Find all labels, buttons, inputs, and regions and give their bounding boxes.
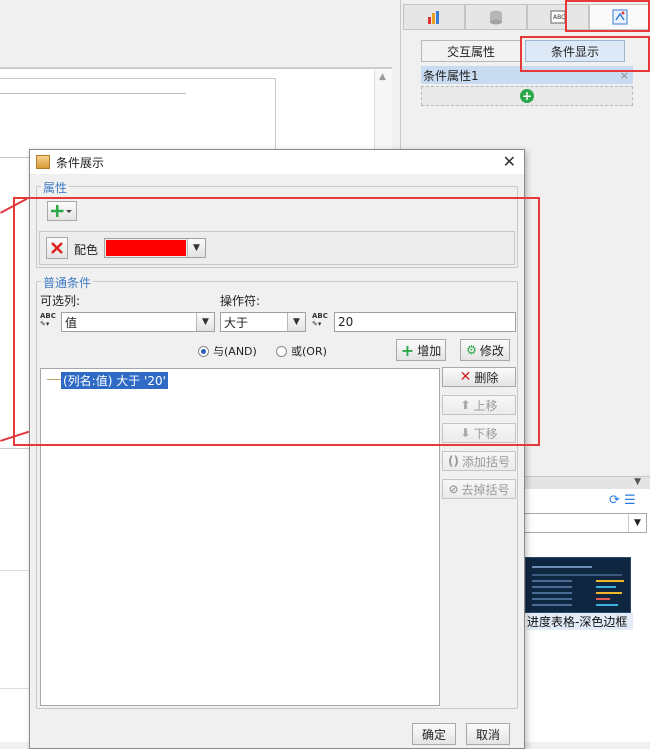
template-gallery: ▼ ⟳ ☰ ▼ 进度表格-深色边框 — [521, 476, 650, 742]
tab-cell-attribute[interactable]: ABC — [527, 4, 589, 30]
compare-value-input[interactable]: 20 — [334, 312, 516, 332]
move-up-button-label: 上移 — [473, 398, 498, 413]
java-app-icon — [36, 155, 50, 169]
abc-type-icon[interactable]: ABC ✎▾ — [40, 312, 60, 332]
add-attribute-button[interactable] — [47, 201, 77, 221]
add-button[interactable]: + 增加 — [396, 339, 446, 361]
condition-attribute-item[interactable]: 条件属性1 × — [421, 66, 633, 84]
chart-icon — [428, 11, 439, 24]
color-attribute-label: 配色 — [74, 243, 99, 257]
add-parenthesis-button[interactable]: () 添加括号 — [442, 451, 516, 471]
parenthesis-icon: () — [448, 454, 459, 468]
operator-select-value: 大于 — [224, 315, 249, 330]
radio-and-label: 与(AND) — [213, 345, 257, 358]
gallery-toolbar: ⟳ ☰ — [609, 493, 636, 508]
operator-label: 操作符: — [220, 294, 261, 308]
close-icon[interactable]: ✕ — [503, 152, 516, 171]
editor-toolbar-area — [0, 0, 392, 68]
tab-chart-style[interactable] — [403, 4, 465, 30]
radio-selected-icon — [198, 345, 209, 357]
color-picker-select[interactable]: ▼ — [104, 238, 206, 258]
subtab-condition-display[interactable]: 条件显示 — [525, 40, 625, 62]
delete-condition-icon[interactable]: × — [620, 69, 629, 82]
report-page — [0, 78, 276, 158]
chevron-down-icon[interactable]: ▼ — [196, 313, 214, 331]
attribute-row: 配色 ▼ — [39, 231, 515, 265]
attribute-group: 属性 配色 ▼ — [36, 179, 518, 268]
grid-line — [0, 448, 30, 449]
column-select[interactable]: 值 ▼ — [61, 312, 215, 332]
grid-line — [0, 570, 30, 571]
move-down-button-label: 下移 — [473, 426, 498, 441]
svg-text:ABC: ABC — [553, 14, 565, 21]
arrow-up-icon: ⬆ — [460, 398, 471, 412]
column-label: 可选列: — [40, 294, 81, 308]
remove-parenthesis-icon: ⊘ — [448, 482, 459, 496]
chevron-down-icon[interactable]: ▼ — [187, 239, 205, 257]
add-button-label: 增加 — [417, 343, 442, 358]
grid-line — [0, 688, 30, 689]
refresh-icon[interactable]: ⟳ — [609, 493, 620, 508]
remove-attribute-button[interactable] — [46, 237, 68, 259]
radio-unselected-icon — [276, 345, 287, 357]
tree-connector — [47, 379, 61, 380]
chevron-down-icon[interactable]: ▼ — [628, 514, 646, 532]
dialog-titlebar[interactable]: 条件展示 ✕ — [30, 150, 524, 174]
subtab-interaction[interactable]: 交互属性 — [421, 40, 521, 62]
move-up-button[interactable]: ⬆ 上移 — [442, 395, 516, 415]
scroll-up-arrow-icon[interactable]: ▲ — [379, 72, 386, 82]
condition-format-icon — [612, 9, 628, 25]
radio-and[interactable]: 与(AND) — [198, 343, 257, 359]
compare-value-text: 20 — [338, 315, 354, 329]
add-parenthesis-label: 添加括号 — [461, 454, 510, 469]
ruler — [0, 68, 392, 69]
move-down-button[interactable]: ⬇ 下移 — [442, 423, 516, 443]
collapse-triangle-icon[interactable]: ▼ — [634, 477, 641, 487]
condition-attribute-label: 条件属性1 — [423, 68, 479, 83]
delete-x-icon: ✕ — [459, 369, 472, 385]
delete-x-icon — [51, 242, 63, 254]
edit-gear-icon: ⚙ — [466, 343, 477, 357]
color-swatch — [106, 240, 186, 256]
gallery-header: ▼ — [521, 477, 650, 489]
list-menu-icon[interactable]: ☰ — [624, 493, 636, 508]
chevron-down-icon[interactable]: ▼ — [287, 313, 305, 331]
add-condition-attribute-button[interactable]: + — [421, 86, 633, 106]
remove-parenthesis-label: 去掉括号 — [461, 482, 510, 497]
condition-list-item[interactable]: (列名:值) 大于 '20' — [61, 372, 168, 389]
plus-dropdown-icon — [51, 205, 72, 217]
radio-or-label: 或(OR) — [291, 345, 327, 358]
abc-type-icon[interactable]: ABC ✎▾ — [312, 312, 332, 332]
database-icon — [490, 10, 502, 25]
radio-or[interactable]: 或(OR) — [276, 343, 327, 359]
delete-button[interactable]: ✕ 删除 — [442, 367, 516, 387]
normal-condition-group-title: 普通条件 — [41, 274, 94, 291]
modify-button[interactable]: ⚙ 修改 — [460, 339, 510, 361]
arrow-down-icon: ⬇ — [460, 426, 471, 440]
template-thumbnail[interactable] — [525, 557, 631, 613]
tab-condition-display[interactable] — [589, 4, 650, 30]
condition-list[interactable]: (列名:值) 大于 '20' — [40, 368, 440, 706]
page-guide-line — [0, 93, 186, 94]
abc-cell-icon: ABC — [550, 10, 566, 24]
add-circle-icon: + — [520, 89, 534, 103]
delete-button-label: 删除 — [474, 370, 499, 385]
plus-icon: + — [400, 340, 415, 360]
dialog-title: 条件展示 — [56, 155, 105, 170]
column-select-value: 值 — [65, 315, 78, 330]
tab-data[interactable] — [465, 4, 527, 30]
template-category-select[interactable]: ▼ — [521, 513, 647, 533]
operator-select[interactable]: 大于 ▼ — [220, 312, 306, 332]
modify-button-label: 修改 — [479, 343, 504, 358]
condition-display-dialog: 条件展示 ✕ 属性 配色 ▼ 普通条件 可选列: 操作符: ABC ✎▾ 值 ▼… — [29, 149, 525, 749]
template-thumbnail-label: 进度表格-深色边框 — [527, 613, 633, 630]
attribute-group-title: 属性 — [41, 179, 70, 196]
remove-parenthesis-button[interactable]: ⊘ 去掉括号 — [442, 479, 516, 499]
